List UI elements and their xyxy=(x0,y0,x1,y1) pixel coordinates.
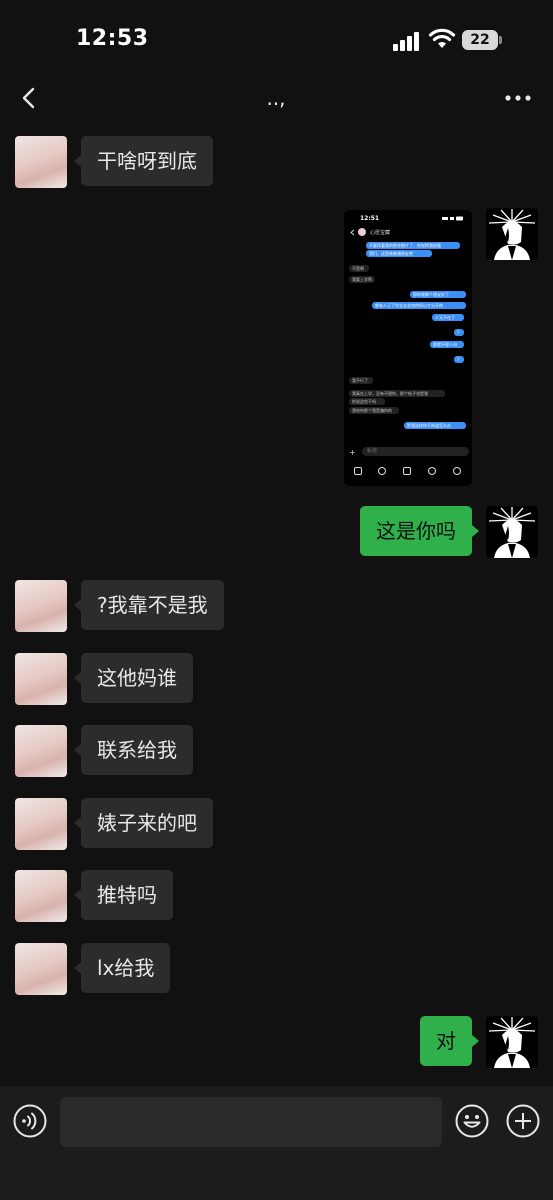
screenshot-plus-icon: + xyxy=(349,448,356,457)
screenshot-line: 那你就做个朋友好了 xyxy=(410,291,466,298)
input-bar xyxy=(0,1086,553,1200)
screenshot-back-icon xyxy=(350,229,355,236)
message-bubble[interactable]: 干啥呀到底 xyxy=(81,136,213,186)
shared-screenshot-image[interactable]: 12:51 心愿宝藏 不要再看我的那些照片了，你觉得我很骚 我们，还是做普通朋友… xyxy=(344,210,472,486)
message-outgoing: 这是你吗 xyxy=(0,494,553,564)
status-time: 12:53 xyxy=(76,26,149,51)
bubble-tail xyxy=(472,525,479,537)
voice-icon[interactable] xyxy=(13,1104,47,1138)
status-bar: 12:53 22 xyxy=(0,0,553,80)
nav-bar: .., xyxy=(0,76,553,124)
avatar-silhouette xyxy=(488,507,536,558)
screenshot-line: ? xyxy=(454,329,464,336)
screenshot-line: 我不行了 xyxy=(349,377,373,384)
signal-icon xyxy=(393,31,421,51)
message-bubble[interactable]: 推特吗 xyxy=(81,870,173,920)
message-incoming: 联系给我 xyxy=(0,713,553,779)
battery-tip xyxy=(499,36,502,44)
bubble-tail xyxy=(472,1035,479,1047)
message-bubble[interactable]: ?我靠不是我 xyxy=(81,580,224,630)
screenshot-line: 我真在上学，没有不理你，那个帖子也是我 xyxy=(349,390,445,397)
message-bubble[interactable]: 这是你吗 xyxy=(360,506,472,556)
screenshot-title: 心愿宝藏 xyxy=(370,230,391,236)
message-incoming: lx给我 xyxy=(0,931,553,997)
plus-icon[interactable] xyxy=(506,1104,540,1138)
message-list[interactable]: 干啥呀到底 12:51 心愿宝藏 不要再看我的那些照片了，你觉得我很骚 我们，还… xyxy=(0,124,553,1086)
screenshot-line: 我们，还是做普通朋友吧 xyxy=(366,250,432,257)
bubble-tail xyxy=(74,155,81,167)
screenshot-line: 我给你那个我是骗你的 xyxy=(349,407,399,414)
battery-level: 22 xyxy=(470,32,490,48)
message-incoming: 婊子来的吧 xyxy=(0,786,553,852)
message-outgoing-image: 12:51 心愿宝藏 不要再看我的那些照片了，你觉得我很骚 我们，还是做普通朋友… xyxy=(0,194,553,494)
chat-title: .., xyxy=(266,86,286,110)
screenshot-tab-bar xyxy=(344,462,472,482)
message-bubble[interactable]: lx给我 xyxy=(81,943,171,993)
screenshot-line: 哪有人订了毕业去北京的所以才分开的 xyxy=(372,302,466,309)
contact-avatar[interactable] xyxy=(15,870,67,922)
bubble-tail xyxy=(74,744,81,756)
emoji-icon[interactable] xyxy=(455,1104,489,1138)
screenshot-time: 12:51 xyxy=(360,215,380,222)
my-avatar[interactable] xyxy=(486,1016,538,1068)
bubble-tail xyxy=(74,599,81,611)
message-bubble[interactable]: 婊子来的吧 xyxy=(81,798,213,848)
message-bubble[interactable]: 对 xyxy=(420,1016,472,1066)
screenshot-line: 我要上学啊 xyxy=(349,276,375,283)
back-icon[interactable] xyxy=(14,82,46,114)
my-avatar[interactable] xyxy=(486,208,538,260)
contact-avatar[interactable] xyxy=(15,580,67,632)
screenshot-avatar xyxy=(358,228,366,236)
message-incoming: 推特吗 xyxy=(0,858,553,924)
screenshot-line: 那我这样你不知道怎么办 xyxy=(404,422,466,429)
bubble-tail xyxy=(74,672,81,684)
bubble-tail xyxy=(74,817,81,829)
my-avatar[interactable] xyxy=(486,506,538,558)
contact-avatar[interactable] xyxy=(15,798,67,850)
screenshot-line: 你说这些干吗 xyxy=(349,398,385,405)
avatar-silhouette xyxy=(488,209,536,260)
screenshot-line: ? xyxy=(454,356,464,363)
message-incoming: 干啥呀到底 xyxy=(0,124,553,190)
battery-icon: 22 xyxy=(462,30,498,50)
screenshot-status-icons xyxy=(442,216,463,221)
screenshot-line: 不是啊 xyxy=(349,265,369,272)
contact-avatar[interactable] xyxy=(15,725,67,777)
message-input[interactable] xyxy=(60,1097,442,1147)
screenshot-line: 那就不理人吗 xyxy=(430,341,464,348)
contact-avatar[interactable] xyxy=(15,943,67,995)
bubble-tail xyxy=(74,889,81,901)
message-outgoing: 对 xyxy=(0,1004,553,1070)
message-incoming: 这他妈谁 xyxy=(0,641,553,707)
more-icon[interactable] xyxy=(500,86,536,110)
avatar-silhouette xyxy=(488,1017,536,1068)
contact-avatar[interactable] xyxy=(15,653,67,705)
message-incoming: ?我靠不是我 xyxy=(0,568,553,634)
message-bubble[interactable]: 联系给我 xyxy=(81,725,193,775)
screenshot-input: 私信 xyxy=(362,447,469,456)
contact-avatar[interactable] xyxy=(15,136,67,188)
bubble-tail xyxy=(74,962,81,974)
wifi-icon xyxy=(428,28,456,48)
message-bubble[interactable]: 这他妈谁 xyxy=(81,653,193,703)
screenshot-line: 不要再看我的那些照片了，你觉得我很骚 xyxy=(366,242,460,249)
screenshot-line: 人又不在了 xyxy=(432,314,464,321)
